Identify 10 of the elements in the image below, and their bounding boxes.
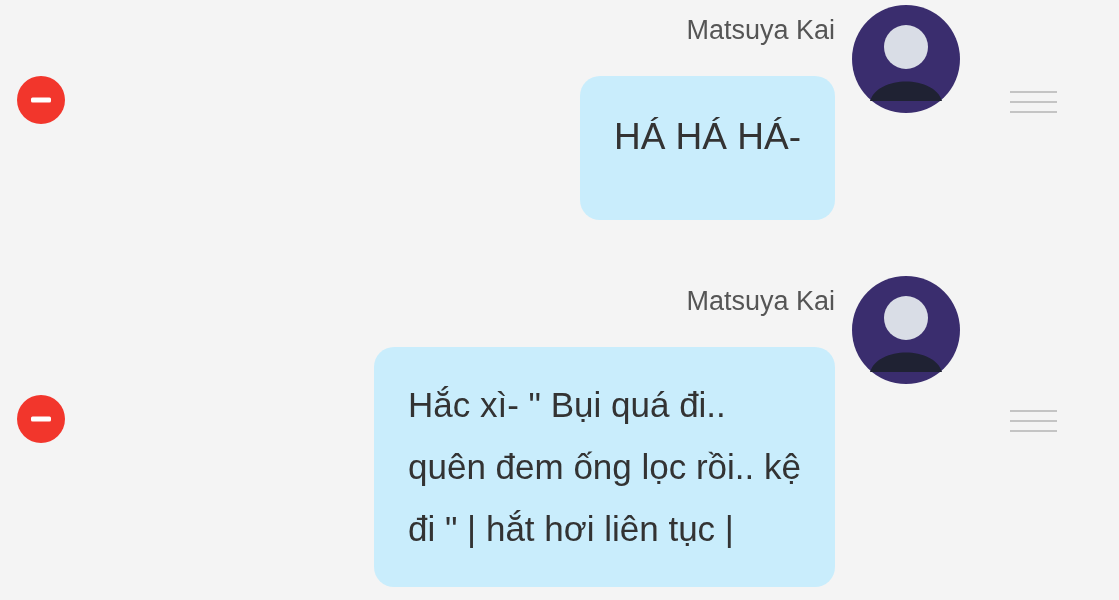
remove-icon[interactable]	[17, 395, 65, 443]
avatar-icon	[852, 276, 960, 384]
message-bubble: HÁ HÁ HÁ-	[579, 76, 835, 220]
drag-handle-icon[interactable]	[1010, 91, 1057, 113]
message-bubble: Hắc xì- " Bụi quá đi.. quên đem ống lọc rồi.. kệ đi " | hắt hơi liên tục |	[374, 347, 835, 587]
avatar-icon	[852, 5, 960, 113]
sender-name: Matsuya Kai	[686, 14, 835, 47]
drag-handle-icon[interactable]	[1010, 410, 1057, 432]
remove-icon[interactable]	[17, 76, 65, 124]
sender-name: Matsuya Kai	[686, 285, 835, 318]
